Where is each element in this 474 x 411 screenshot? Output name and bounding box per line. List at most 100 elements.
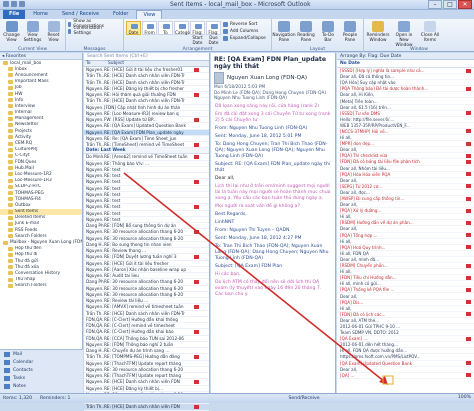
flag-icon[interactable]: [194, 204, 199, 209]
conversation-settings-button[interactable]: Conversation Settings: [68, 26, 106, 36]
add-columns-button[interactable]: Add Columns: [223, 28, 267, 34]
subject-cell: RE: Thông báo V/v: ...: [104, 160, 150, 166]
tab-file[interactable]: File: [3, 10, 26, 19]
send-receive-icon[interactable]: [19, 1, 25, 7]
body-paragraph: To: Dang Hong Chuyen; Tran Thi Bich Thao…: [215, 141, 328, 159]
flag-icon[interactable]: [466, 336, 471, 341]
flag-icon[interactable]: [194, 279, 199, 284]
todo-item-title: Dear all,: [340, 226, 358, 232]
todo-item-title: Hi all,: [340, 305, 352, 311]
recipient-cell: Trần Th...: [86, 79, 104, 85]
flag-icon[interactable]: [466, 300, 471, 305]
subject-cell: RE: 30 resource allocation thang 6-20: [104, 279, 184, 285]
flag-icon[interactable]: [466, 233, 471, 238]
flag-icon[interactable]: [466, 86, 471, 91]
flag-icon[interactable]: [194, 142, 199, 147]
flag-icon[interactable]: [194, 67, 199, 72]
flag-icon[interactable]: [466, 312, 471, 317]
flag-icon[interactable]: [194, 179, 199, 184]
module-calendar[interactable]: Calendar: [0, 358, 83, 366]
flag-icon[interactable]: [466, 68, 471, 73]
folder-icon: [8, 228, 13, 233]
flag-icon[interactable]: [194, 379, 199, 384]
flag-icon[interactable]: [466, 263, 471, 268]
flag-icon[interactable]: [194, 329, 199, 334]
arrange-flag-due[interactable]: Flag: Due Date: [206, 21, 221, 45]
search-input[interactable]: Search Sent Items (Ctrl+E): [84, 53, 209, 61]
module-mail[interactable]: Mail: [0, 350, 83, 358]
flag-icon[interactable]: [194, 404, 199, 409]
flag-icon[interactable]: [466, 129, 471, 134]
favorites-header[interactable]: ◂ Favorites: [0, 53, 82, 60]
folder-label: Hộp thư đến: [15, 246, 42, 252]
column-subject[interactable]: Subject: [106, 61, 124, 66]
recipient-cell: Nguyen...: [86, 92, 104, 98]
arrange-from[interactable]: From: [142, 21, 157, 35]
flag-icon[interactable]: [194, 92, 199, 97]
arrange-date[interactable]: Date: [126, 21, 141, 35]
group-current-view: Change View View Settings Reset View Cur…: [0, 19, 66, 52]
reminder-count[interactable]: Reminders: 1: [40, 396, 70, 401]
save-icon[interactable]: [3, 1, 9, 7]
folder-item[interactable]: Search Folders: [0, 283, 82, 289]
flag-icon[interactable]: [466, 184, 471, 189]
flag-icon[interactable]: [466, 361, 471, 366]
reverse-sort-button[interactable]: Reverse Sort: [223, 21, 267, 27]
arrange-categories[interactable]: Categories: [174, 21, 198, 35]
flag-icon[interactable]: [466, 153, 471, 158]
flag-icon[interactable]: [466, 208, 471, 213]
body-paragraph: Em đã cài đặt xong 3 cái Chuyên Tử tư xo…: [215, 111, 331, 123]
flag-icon[interactable]: [466, 245, 471, 250]
todo-group-header[interactable]: No Date: [337, 60, 474, 68]
flag-icon[interactable]: [466, 172, 471, 177]
flag-icon[interactable]: [466, 373, 471, 378]
todo-item-title: Dear all, Hi Kiên,: [340, 92, 375, 98]
flag-icon[interactable]: [466, 196, 471, 201]
module-notes[interactable]: Notes: [0, 382, 83, 390]
folder-icon: [8, 85, 13, 90]
send-receive-status[interactable]: Send/Receive: [288, 396, 319, 401]
flag-icon[interactable]: [466, 287, 471, 292]
folder-icon: [3, 240, 8, 245]
flag-icon[interactable]: [194, 229, 199, 234]
tab-send-receive[interactable]: Send / Receive: [56, 10, 105, 19]
tab-folder[interactable]: Folder: [107, 10, 134, 19]
folder-label: Activity: [15, 134, 32, 140]
minimize-button[interactable]: –: [428, 0, 442, 9]
folder-item[interactable]: Mailbox - Nguyen Xuan Long (FDN-QA): [0, 239, 82, 245]
arrange-by-header[interactable]: Arrange By: Flag: Due Date: [337, 53, 474, 60]
undo-icon[interactable]: [11, 1, 17, 7]
table-row[interactable]: Trần Th... RE: [HCE] Danh sách nhân viên …: [84, 404, 209, 411]
flag-icon[interactable]: [194, 117, 199, 122]
todo-item-title: Hi all, FDN QA được hướng dẫn...: [340, 348, 408, 354]
maximize-button[interactable]: □: [443, 0, 457, 9]
module-tasks[interactable]: Tasks: [0, 374, 83, 382]
todo-item-title: [PQA Thông báo] Đề tài dược hoàn thành..…: [340, 86, 429, 92]
module-contacts[interactable]: Contacts: [0, 366, 83, 374]
flag-icon[interactable]: [466, 111, 471, 116]
todo-item-title: Dear all,: [340, 147, 358, 153]
arrange-flag-start[interactable]: Flag: Start Date: [190, 21, 205, 45]
sender-name[interactable]: Nguyen Xuan Long (FDN-QA): [227, 75, 307, 81]
todo-item[interactable]: [QA] ...: [337, 373, 474, 379]
flag-icon[interactable]: [466, 275, 471, 280]
quick-access-toolbar[interactable]: [3, 1, 43, 9]
folder-label: Search Folders: [15, 233, 47, 239]
recipient-cell: Do Minh...: [86, 154, 104, 160]
tab-view[interactable]: View: [136, 10, 163, 19]
expand-collapse-button[interactable]: Expand/Collapse: [223, 35, 267, 41]
flag-icon[interactable]: [194, 254, 199, 259]
arrange-to[interactable]: To: [158, 21, 173, 35]
flag-icon[interactable]: [194, 154, 199, 159]
flag-icon[interactable]: [466, 141, 471, 146]
zoom-level[interactable]: 100%: [458, 395, 471, 400]
folder-label: Loc-Messure-1R3: [15, 178, 52, 184]
column-to[interactable]: To: [84, 61, 106, 66]
close-button[interactable]: ✕: [458, 0, 472, 9]
flag-icon[interactable]: [466, 159, 471, 164]
flag-icon[interactable]: [194, 354, 199, 359]
flag-icon[interactable]: [466, 220, 471, 225]
todo-item-title: Dear all, đọc...: [340, 189, 370, 195]
flag-icon[interactable]: [194, 304, 199, 309]
tab-home[interactable]: Home: [27, 10, 54, 19]
